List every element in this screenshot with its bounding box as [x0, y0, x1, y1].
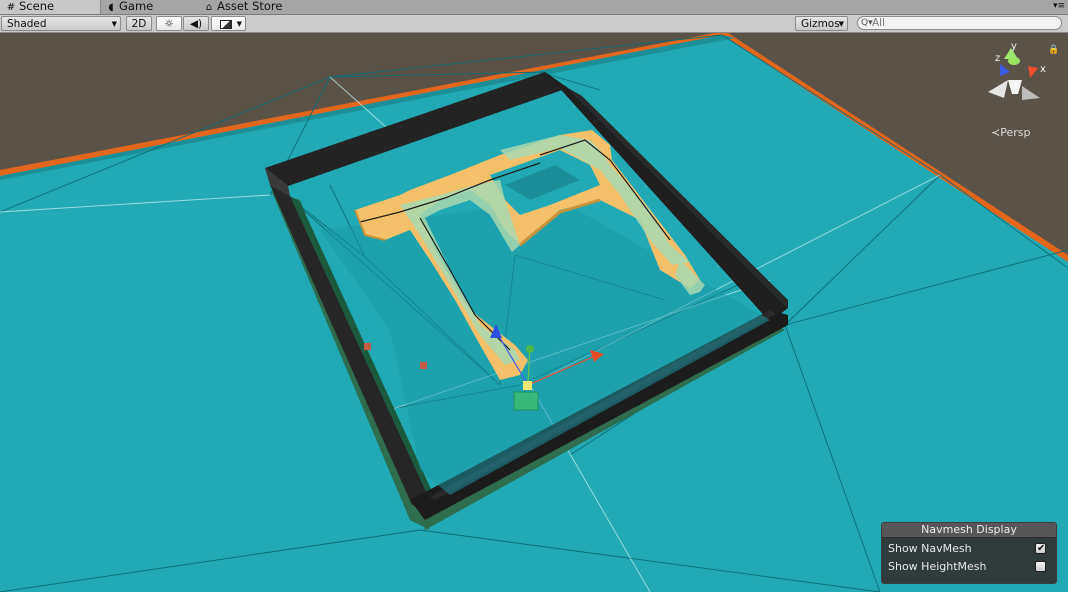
projection-toggle[interactable]: ≺Persp — [991, 126, 1030, 139]
gizmos-dropdown[interactable]: Gizmos ▼ — [795, 16, 848, 31]
scene-render: y z x 🔒 — [0, 33, 1068, 592]
lighting-toggle-button[interactable]: ☼ — [156, 16, 182, 31]
gizmo-axis-x: x — [1040, 64, 1046, 75]
tab-game[interactable]: ◖ Game — [100, 0, 159, 14]
show-navmesh-checkbox[interactable] — [1035, 541, 1046, 557]
search-placeholder: All — [872, 17, 886, 29]
sun-icon: ☼ — [164, 18, 174, 30]
tab-scene-label: Scene — [19, 0, 55, 13]
scene-viewport[interactable]: y z x 🔒 ≺Persp — [0, 33, 1068, 592]
tab-asset-store-label: Asset Store — [217, 0, 283, 13]
gizmos-label: Gizmos — [801, 18, 840, 30]
gizmo-axis-y: y — [1011, 41, 1017, 52]
search-icon: Q▾ — [861, 18, 873, 28]
chevron-down-icon: ▼ — [236, 20, 242, 28]
show-heightmesh-row[interactable]: Show HeightMesh — [888, 559, 1050, 575]
chevron-down-icon: ▼ — [111, 20, 117, 28]
tab-scene[interactable]: # Scene — [0, 0, 101, 14]
show-navmesh-row[interactable]: Show NavMesh — [888, 541, 1050, 557]
toggle-2d-button[interactable]: 2D — [126, 16, 152, 31]
lock-icon[interactable]: 🔒 — [1048, 44, 1059, 55]
search-input[interactable]: Q▾ All — [857, 16, 1062, 30]
gizmo-axis-z: z — [995, 53, 1000, 64]
show-heightmesh-checkbox[interactable] — [1035, 561, 1046, 572]
store-icon: ⌂ — [205, 2, 213, 13]
draw-mode-label: Shaded — [7, 18, 47, 30]
scene-toolbar: Shaded ▼ 2D ☼ ◀) ▼ Gizmos ▼ Q▾ All — [0, 15, 1068, 33]
projection-label: Persp — [1000, 126, 1031, 139]
audio-toggle-button[interactable]: ◀) — [183, 16, 209, 31]
pickup-cube — [420, 362, 427, 369]
image-icon — [219, 19, 232, 29]
tab-asset-store[interactable]: ⌂ Asset Store — [198, 0, 289, 14]
navmesh-panel-title: Navmesh Display — [882, 523, 1056, 538]
show-heightmesh-label: Show HeightMesh — [888, 560, 987, 573]
chevron-left-icon: ≺ — [991, 126, 1001, 139]
pacman-icon: ◖ — [108, 2, 114, 13]
speaker-icon: ◀) — [189, 18, 203, 30]
grid-icon: # — [6, 2, 16, 13]
draw-mode-dropdown[interactable]: Shaded ▼ — [1, 16, 121, 31]
show-navmesh-label: Show NavMesh — [888, 542, 972, 555]
editor-tab-bar: # Scene ◖ Game ⌂ Asset Store ▾≡ — [0, 0, 1068, 15]
tab-menu-icon[interactable]: ▾≡ — [1053, 0, 1065, 13]
pickup-cube — [364, 343, 371, 350]
effects-dropdown[interactable]: ▼ — [211, 16, 246, 31]
navmesh-display-panel: Navmesh Display Show NavMesh Show Height… — [881, 522, 1057, 584]
tab-game-label: Game — [119, 0, 154, 13]
chevron-down-icon: ▼ — [838, 20, 844, 28]
toggle-2d-label: 2D — [131, 18, 147, 30]
